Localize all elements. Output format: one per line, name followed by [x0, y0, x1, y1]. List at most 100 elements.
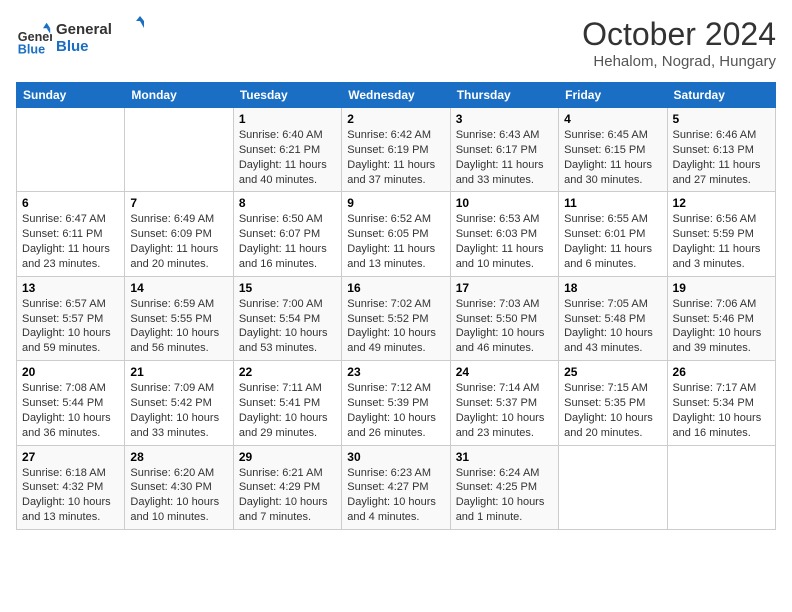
day-info: Sunrise: 6:40 AMSunset: 6:21 PMDaylight:… — [239, 128, 336, 187]
day-number: 12 — [673, 196, 770, 210]
day-number: 11 — [564, 196, 661, 210]
day-number: 2 — [347, 112, 444, 126]
day-cell: 25Sunrise: 7:15 AMSunset: 5:35 PMDayligh… — [559, 361, 667, 445]
day-number: 16 — [347, 281, 444, 295]
day-cell: 20 Sunrise: 7:08 AMSunset: 5:44 PMDayligh… — [17, 361, 125, 445]
day-number: 6 — [22, 196, 119, 210]
day-info: Sunrise: 6:47 AMSunset: 6:11 PMDaylight:… — [22, 212, 119, 271]
day-cell: 5 Sunrise: 6:46 AMSunset: 6:13 PMDaylight… — [667, 108, 775, 192]
svg-text:General: General — [56, 21, 112, 38]
day-info: Sunrise: 6:23 AMSunset: 4:27 PMDaylight:… — [347, 466, 444, 525]
header-row: SundayMondayTuesdayWednesdayThursdayFrid… — [17, 83, 776, 108]
col-header-sunday: Sunday — [17, 83, 125, 108]
week-row-4: 20 Sunrise: 7:08 AMSunset: 5:44 PMDayligh… — [17, 361, 776, 445]
day-info: Sunrise: 6:45 AMSunset: 6:15 PMDaylight:… — [564, 128, 661, 187]
title-block: October 2024 Hehalom, Nograd, Hungary — [582, 16, 776, 70]
day-number: 8 — [239, 196, 336, 210]
calendar-table: SundayMondayTuesdayWednesdayThursdayFrid… — [16, 82, 776, 530]
day-info: Sunrise: 7:12 AMSunset: 5:39 PMDaylight:… — [347, 381, 444, 440]
day-info: Sunrise: 6:52 AMSunset: 6:05 PMDaylight:… — [347, 212, 444, 271]
week-row-2: 6 Sunrise: 6:47 AMSunset: 6:11 PMDaylight… — [17, 192, 776, 276]
week-row-3: 13Sunrise: 6:57 AMSunset: 5:57 PMDayligh… — [17, 276, 776, 360]
week-row-5: 27Sunrise: 6:18 AMSunset: 4:32 PMDayligh… — [17, 445, 776, 529]
day-info: Sunrise: 6:50 AMSunset: 6:07 PMDaylight:… — [239, 212, 336, 271]
col-header-friday: Friday — [559, 83, 667, 108]
month-title: October 2024 — [582, 16, 776, 53]
day-cell: 17 Sunrise: 7:03 AMSunset: 5:50 PMDayligh… — [450, 276, 558, 360]
day-info: Sunrise: 6:57 AMSunset: 5:57 PMDaylight:… — [22, 297, 119, 356]
day-cell: 14 Sunrise: 6:59 AMSunset: 5:55 PMDayligh… — [125, 276, 233, 360]
day-info: Sunrise: 7:08 AMSunset: 5:44 PMDaylight:… — [22, 381, 119, 440]
day-number: 19 — [673, 281, 770, 295]
day-info: Sunrise: 6:21 AMSunset: 4:29 PMDaylight:… — [239, 466, 336, 525]
day-number: 14 — [130, 281, 227, 295]
col-header-wednesday: Wednesday — [342, 83, 450, 108]
day-info: Sunrise: 7:11 AMSunset: 5:41 PMDaylight:… — [239, 381, 336, 440]
day-cell: 13Sunrise: 6:57 AMSunset: 5:57 PMDayligh… — [17, 276, 125, 360]
day-cell: 21 Sunrise: 7:09 AMSunset: 5:42 PMDayligh… — [125, 361, 233, 445]
page-header: General Blue General Blue October 2024 H… — [16, 16, 776, 70]
col-header-monday: Monday — [125, 83, 233, 108]
logo: General Blue General Blue — [16, 16, 146, 61]
day-cell: 27Sunrise: 6:18 AMSunset: 4:32 PMDayligh… — [17, 445, 125, 529]
day-cell: 19Sunrise: 7:06 AMSunset: 5:46 PMDayligh… — [667, 276, 775, 360]
day-number: 22 — [239, 365, 336, 379]
day-info: Sunrise: 6:56 AMSunset: 5:59 PMDaylight:… — [673, 212, 770, 271]
day-number: 30 — [347, 450, 444, 464]
logo-icon: General Blue — [16, 21, 52, 57]
day-cell: 7 Sunrise: 6:49 AMSunset: 6:09 PMDaylight… — [125, 192, 233, 276]
day-info: Sunrise: 6:24 AMSunset: 4:25 PMDaylight:… — [456, 466, 553, 525]
col-header-tuesday: Tuesday — [233, 83, 341, 108]
day-info: Sunrise: 7:00 AMSunset: 5:54 PMDaylight:… — [239, 297, 336, 356]
day-info: Sunrise: 7:17 AMSunset: 5:34 PMDaylight:… — [673, 381, 770, 440]
day-cell — [559, 445, 667, 529]
day-cell: 29 Sunrise: 6:21 AMSunset: 4:29 PMDayligh… — [233, 445, 341, 529]
day-number: 29 — [239, 450, 336, 464]
day-cell: 8 Sunrise: 6:50 AMSunset: 6:07 PMDaylight… — [233, 192, 341, 276]
day-cell: 16 Sunrise: 7:02 AMSunset: 5:52 PMDayligh… — [342, 276, 450, 360]
day-info: Sunrise: 6:46 AMSunset: 6:13 PMDaylight:… — [673, 128, 770, 187]
day-info: Sunrise: 6:42 AMSunset: 6:19 PMDaylight:… — [347, 128, 444, 187]
day-cell: 12 Sunrise: 6:56 AMSunset: 5:59 PMDayligh… — [667, 192, 775, 276]
day-cell: 24Sunrise: 7:14 AMSunset: 5:37 PMDayligh… — [450, 361, 558, 445]
col-header-thursday: Thursday — [450, 83, 558, 108]
logo-svg: General Blue — [56, 16, 146, 56]
day-number: 7 — [130, 196, 227, 210]
day-info: Sunrise: 6:49 AMSunset: 6:09 PMDaylight:… — [130, 212, 227, 271]
day-cell: 23Sunrise: 7:12 AMSunset: 5:39 PMDayligh… — [342, 361, 450, 445]
day-number: 1 — [239, 112, 336, 126]
day-cell: 1 Sunrise: 6:40 AMSunset: 6:21 PMDaylight… — [233, 108, 341, 192]
day-number: 31 — [456, 450, 553, 464]
day-cell: 2 Sunrise: 6:42 AMSunset: 6:19 PMDaylight… — [342, 108, 450, 192]
svg-text:Blue: Blue — [18, 42, 45, 56]
day-number: 25 — [564, 365, 661, 379]
svg-text:Blue: Blue — [56, 38, 89, 55]
day-cell: 18 Sunrise: 7:05 AMSunset: 5:48 PMDayligh… — [559, 276, 667, 360]
day-number: 17 — [456, 281, 553, 295]
location: Hehalom, Nograd, Hungary — [582, 53, 776, 70]
day-number: 21 — [130, 365, 227, 379]
day-info: Sunrise: 7:05 AMSunset: 5:48 PMDaylight:… — [564, 297, 661, 356]
day-number: 15 — [239, 281, 336, 295]
day-cell — [17, 108, 125, 192]
calendar-body: 1 Sunrise: 6:40 AMSunset: 6:21 PMDaylight… — [17, 108, 776, 530]
day-number: 18 — [564, 281, 661, 295]
day-info: Sunrise: 6:55 AMSunset: 6:01 PMDaylight:… — [564, 212, 661, 271]
day-info: Sunrise: 7:09 AMSunset: 5:42 PMDaylight:… — [130, 381, 227, 440]
day-info: Sunrise: 6:59 AMSunset: 5:55 PMDaylight:… — [130, 297, 227, 356]
day-info: Sunrise: 7:03 AMSunset: 5:50 PMDaylight:… — [456, 297, 553, 356]
day-info: Sunrise: 7:14 AMSunset: 5:37 PMDaylight:… — [456, 381, 553, 440]
day-number: 27 — [22, 450, 119, 464]
day-cell: 10Sunrise: 6:53 AMSunset: 6:03 PMDayligh… — [450, 192, 558, 276]
day-number: 28 — [130, 450, 227, 464]
day-info: Sunrise: 7:02 AMSunset: 5:52 PMDaylight:… — [347, 297, 444, 356]
day-number: 20 — [22, 365, 119, 379]
day-cell: 15 Sunrise: 7:00 AMSunset: 5:54 PMDayligh… — [233, 276, 341, 360]
day-info: Sunrise: 6:53 AMSunset: 6:03 PMDaylight:… — [456, 212, 553, 271]
day-info: Sunrise: 6:20 AMSunset: 4:30 PMDaylight:… — [130, 466, 227, 525]
day-number: 5 — [673, 112, 770, 126]
day-cell — [125, 108, 233, 192]
day-cell: 4 Sunrise: 6:45 AMSunset: 6:15 PMDaylight… — [559, 108, 667, 192]
day-number: 4 — [564, 112, 661, 126]
day-cell: 22 Sunrise: 7:11 AMSunset: 5:41 PMDayligh… — [233, 361, 341, 445]
